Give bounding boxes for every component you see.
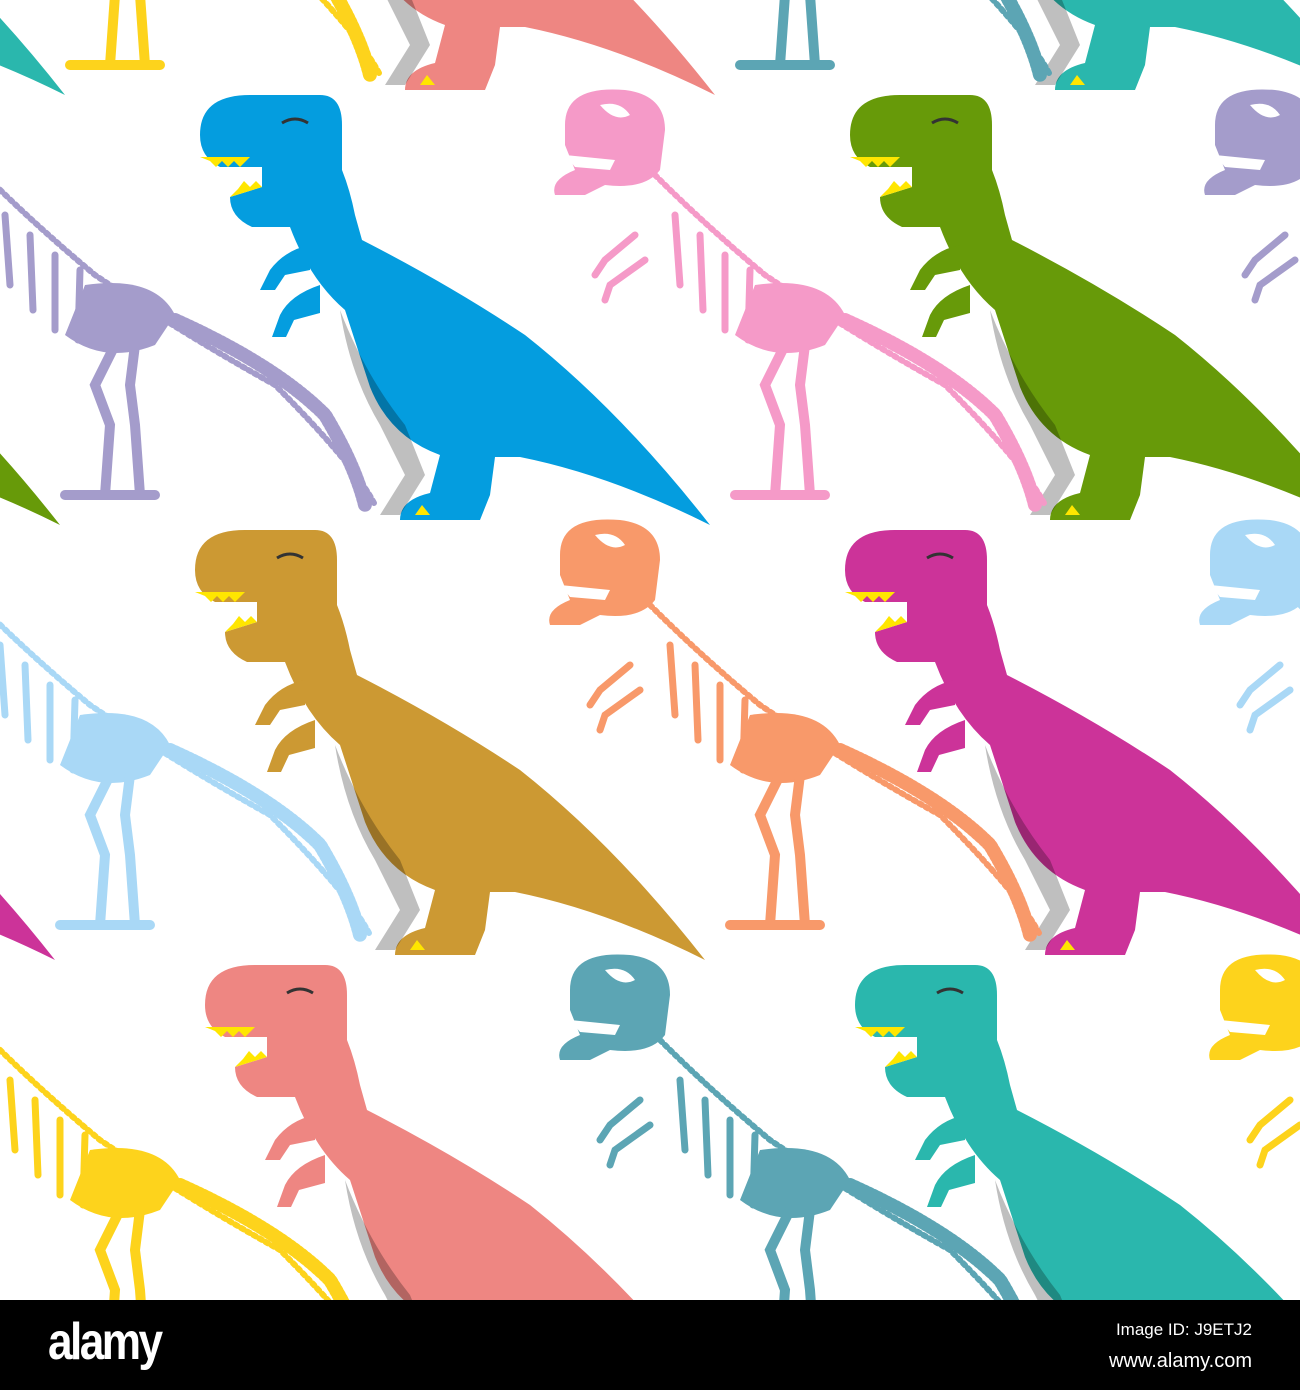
skeleton-yellow-top xyxy=(0,0,381,75)
dinosaur-pattern xyxy=(0,0,1300,1300)
dinosaur-teal-top xyxy=(853,0,1300,97)
dinosaur-teal-left xyxy=(0,0,67,97)
alamy-logo: alamy xyxy=(48,1313,163,1371)
dinosaur-salmon-top xyxy=(203,0,717,97)
site-url: www.alamy.com xyxy=(1109,1350,1252,1372)
dinosaur-teal-left2 xyxy=(0,963,67,1300)
image-id: Image ID: J9ETJ2 xyxy=(1115,1320,1252,1339)
watermark-footer: alamy Image ID: J9ETJ2 www.alamy.com xyxy=(0,1300,1300,1390)
